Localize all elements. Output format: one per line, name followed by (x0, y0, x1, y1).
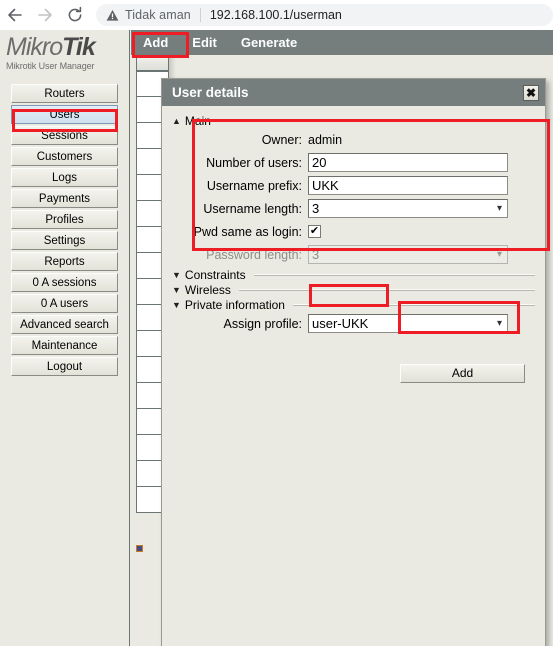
section-constraints[interactable]: ▼ Constraints (172, 268, 535, 282)
username-length-value: 3 (312, 201, 320, 216)
user-details-dialog: User details ✖ ▲ Main Owner: admin Numbe… (161, 78, 546, 646)
dialog-title-bar: User details ✖ (162, 79, 545, 106)
sidebar-menu: Routers Users Sessions Customers Logs Payment… (0, 84, 129, 376)
field-assign-profile-label: Assign profile: (223, 316, 302, 331)
field-password-length-label: Password length: (206, 247, 302, 262)
chevron-down-icon: ▾ (496, 249, 502, 260)
username-length-select[interactable]: 3 ▾ (308, 199, 508, 218)
brand-name: MikroTik (6, 34, 129, 60)
username-prefix-input[interactable] (308, 176, 508, 195)
sidebar-item-0-a-sessions[interactable]: 0 A sessions (11, 273, 118, 292)
sidebar-item-profiles[interactable]: Profiles (11, 210, 118, 229)
brand-logo: MikroTik Mikrotik User Manager (0, 30, 129, 71)
section-constraints-triangle-icon: ▼ (172, 270, 181, 280)
section-private-information[interactable]: ▼ Private information (172, 298, 535, 312)
sidebar-item-customers[interactable]: Customers (11, 147, 118, 166)
sidebar-item-maintenance[interactable]: Maintenance (11, 336, 118, 355)
user-list-header-cell[interactable] (136, 55, 169, 71)
field-owner: Owner: admin (172, 129, 535, 150)
field-username-length: Username length: 3 ▾ (172, 198, 535, 219)
field-password-length: Password length: 3 ▾ (172, 244, 535, 265)
section-main-label: Main (184, 114, 211, 128)
sidebar-item-logout[interactable]: Logout (11, 357, 118, 376)
field-assign-profile: Assign profile: user-UKK ▾ (172, 313, 535, 334)
sidebar-item-logs[interactable]: Logs (11, 168, 118, 187)
field-username-prefix: Username prefix: (172, 175, 535, 196)
sidebar-item-settings[interactable]: Settings (11, 231, 118, 250)
section-wireless-triangle-icon: ▼ (172, 285, 181, 295)
dialog-body: ▲ Main Owner: admin Number of users: Use… (162, 106, 545, 383)
section-constraints-rule (253, 274, 535, 276)
sidebar-item-payments[interactable]: Payments (11, 189, 118, 208)
number-of-users-input[interactable] (308, 153, 508, 172)
section-main-triangle-icon: ▲ (172, 116, 181, 126)
check-icon: ✔ (309, 225, 320, 237)
assign-profile-value: user-UKK (312, 316, 369, 331)
assign-profile-select[interactable]: user-UKK ▾ (308, 314, 508, 333)
password-length-value: 3 (312, 247, 320, 262)
section-wireless-label: Wireless (184, 283, 231, 297)
chevron-down-icon: ▾ (496, 318, 502, 329)
toolbar-item-edit[interactable]: Edit (180, 30, 229, 55)
left-sidebar: MikroTik Mikrotik User Manager Routers Us… (0, 30, 130, 646)
chevron-down-icon: ▾ (496, 203, 502, 214)
section-wireless[interactable]: ▼ Wireless (172, 283, 535, 297)
section-private-information-label: Private information (184, 298, 285, 312)
page-marker-dot (136, 545, 143, 552)
sidebar-item-routers[interactable]: Routers (11, 84, 118, 103)
sidebar-item-sessions[interactable]: Sessions (11, 126, 118, 145)
omnibox-separator (199, 8, 201, 22)
field-owner-label: Owner: (261, 132, 302, 147)
toolbar-item-add[interactable]: Add (131, 30, 180, 55)
add-user-submit-button[interactable]: Add (400, 364, 525, 383)
field-username-prefix-label: Username prefix: (206, 178, 302, 193)
field-number-of-users-label: Number of users: (206, 155, 302, 170)
back-arrow-icon[interactable] (0, 0, 30, 30)
browser-toolbar: Tidak aman 192.168.100.1/userman (0, 0, 553, 31)
field-pwd-same-as-login-label: Pwd same as login: (193, 224, 302, 239)
brand-name-light: Mikro (6, 33, 63, 61)
reload-icon[interactable] (60, 0, 90, 30)
sidebar-item-users[interactable]: Users (11, 105, 118, 124)
section-main-rule (218, 120, 535, 122)
dialog-title: User details (172, 85, 249, 100)
field-pwd-same-as-login: Pwd same as login: ✔ (172, 221, 535, 242)
password-length-select: 3 ▾ (308, 245, 508, 264)
sidebar-item-advanced-search[interactable]: Advanced search (11, 315, 118, 334)
section-wireless-rule (238, 289, 535, 291)
warning-triangle-icon (106, 9, 119, 22)
url-text[interactable]: 192.168.100.1/userman (210, 8, 342, 22)
section-private-information-triangle-icon: ▼ (172, 300, 181, 310)
main-toolbar: Add Edit Generate (131, 30, 553, 55)
field-username-length-label: Username length: (203, 201, 302, 216)
brand-name-bold: Tik (62, 33, 96, 61)
brand-subtitle: Mikrotik User Manager (6, 61, 95, 71)
section-private-information-rule (292, 304, 535, 306)
section-constraints-label: Constraints (184, 268, 246, 282)
field-number-of-users: Number of users: (172, 152, 535, 173)
toolbar-item-generate[interactable]: Generate (229, 30, 309, 55)
close-icon[interactable]: ✖ (523, 84, 539, 101)
security-status-label: Tidak aman (125, 8, 191, 22)
page-content: MikroTik Mikrotik User Manager Routers Us… (0, 30, 553, 646)
sidebar-item-reports[interactable]: Reports (11, 252, 118, 271)
field-owner-value: admin (308, 132, 343, 147)
pwd-same-as-login-checkbox[interactable]: ✔ (308, 225, 321, 238)
section-main[interactable]: ▲ Main (172, 114, 535, 128)
forward-arrow-icon[interactable] (30, 0, 60, 30)
sidebar-item-0-a-users[interactable]: 0 A users (11, 294, 118, 313)
address-bar[interactable]: Tidak aman 192.168.100.1/userman (96, 4, 553, 26)
